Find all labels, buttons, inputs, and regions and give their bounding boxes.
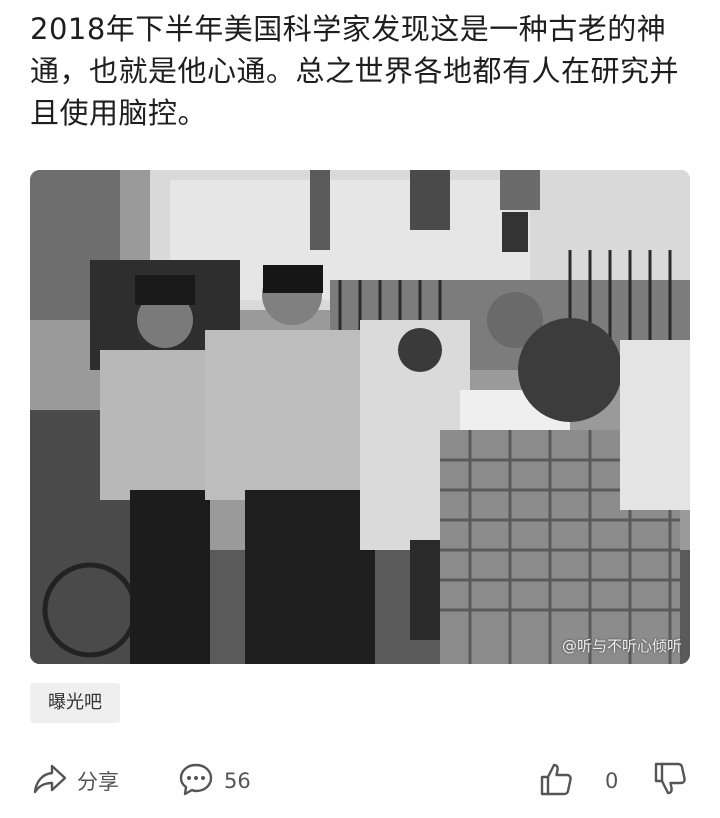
like-count-wrap: 0 xyxy=(605,755,618,807)
share-label: 分享 xyxy=(77,770,119,794)
like-count: 0 xyxy=(605,769,619,793)
comment-button[interactable]: 56 xyxy=(178,755,251,807)
action-bar: 分享 56 0 xyxy=(0,755,720,807)
dislike-button[interactable] xyxy=(652,755,688,807)
image-watermark: @听与不听心倾听 xyxy=(561,637,682,655)
photo-illustration xyxy=(30,170,690,664)
post-photo[interactable]: @听与不听心倾听 xyxy=(30,170,690,664)
share-icon xyxy=(32,762,68,800)
topic-tag[interactable]: 曝光吧 xyxy=(30,683,120,723)
thumbs-up-icon xyxy=(538,761,574,801)
thumbs-down-icon xyxy=(652,761,688,801)
post-text: 2018年下半年美国科学家发现这是一种古老的神通，也就是他心通。总之世界各地都有… xyxy=(30,12,680,130)
like-button[interactable] xyxy=(538,755,574,807)
comment-count: 56 xyxy=(224,769,251,793)
comment-icon xyxy=(178,761,214,801)
share-button[interactable]: 分享 xyxy=(32,755,119,807)
